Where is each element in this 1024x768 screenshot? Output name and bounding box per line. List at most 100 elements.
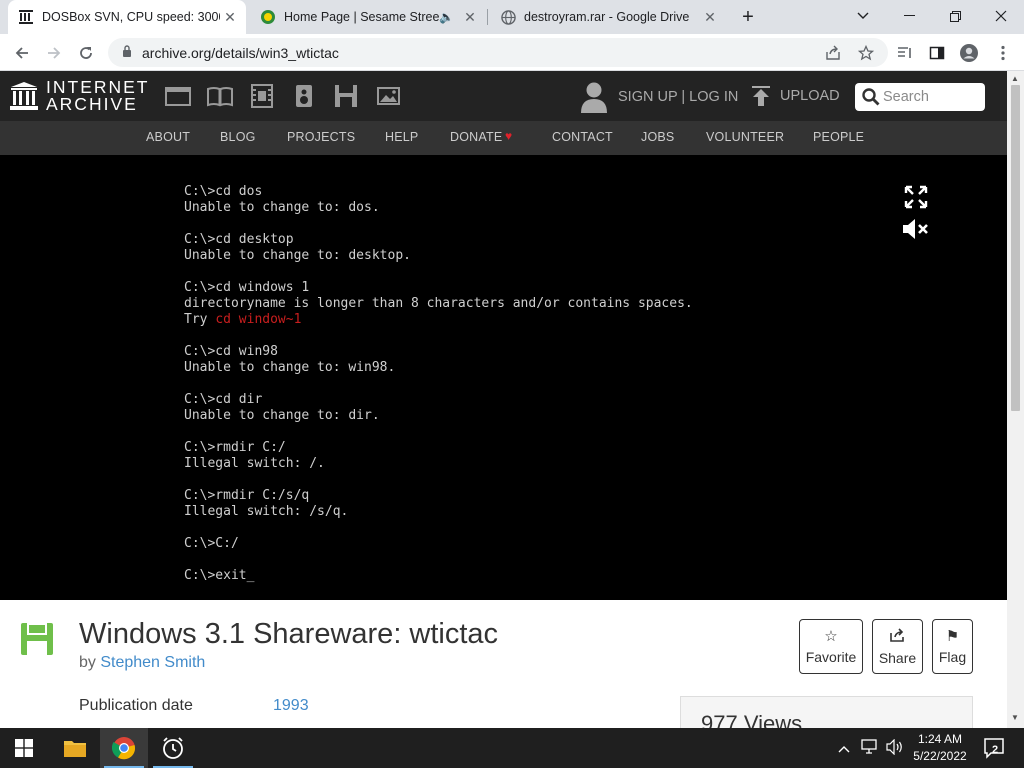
network-icon[interactable] [860,738,878,758]
fullscreen-icon[interactable] [904,185,928,209]
terminal-line: C:\>cd windows 1 [184,280,310,295]
bookmark-star-icon[interactable] [853,40,879,66]
nav-blog[interactable]: BLOG [220,130,256,144]
ia-search-box[interactable] [855,83,985,111]
chrome-icon [112,737,136,760]
search-icon[interactable] [861,87,881,107]
terminal-line: C:\>rmdir C:/ [184,440,286,455]
start-button[interactable] [0,728,48,768]
reload-button[interactable] [73,40,99,66]
tab-title: Home Page | Sesame Street [284,10,440,24]
texts-book-icon[interactable] [207,83,233,109]
terminal-line: Illegal switch: /. [184,456,325,471]
nav-projects[interactable]: PROJECTS [287,130,355,144]
flag-label: Flag [938,649,967,665]
clock-date: 5/22/2022 [913,749,967,763]
terminal-lines-block-1: C:\>cd dos Unable to change to: dos. C:\>c… [184,184,693,312]
tab-google-drive[interactable]: destroyram.rar - Google Drive ✕ [490,0,726,34]
chevron-up-icon[interactable] [838,741,850,756]
archive-building-icon [10,82,38,110]
sign-up-login-label: SIGN UP | LOG IN [618,89,739,105]
back-button[interactable] [9,40,35,66]
favorite-button[interactable]: ☆ Favorite [799,619,863,674]
new-tab-button[interactable]: + [736,5,760,29]
ia-logo[interactable]: INTERNET ARCHIVE [10,78,150,114]
share-page-icon[interactable] [820,40,846,66]
terminal-line: Unable to change to: dos. [184,200,380,215]
page-scrollbar[interactable]: ▲ ▼ [1007,71,1024,728]
chrome-taskbar-button[interactable] [100,728,148,768]
search-input[interactable] [883,89,983,105]
publication-date-value[interactable]: 1993 [273,697,309,715]
terminal-line: Unable to change to: dir. [184,408,380,423]
close-tab-icon[interactable]: ✕ [700,9,720,26]
url-omnibox[interactable]: archive.org/details/win3_wtictac [108,38,888,67]
nav-donate[interactable]: DONATE [450,130,502,144]
tab-search-chevron-icon[interactable] [840,0,886,32]
tab-dosbox[interactable]: DOSBox SVN, CPU speed: 3000 c ✕ [8,0,246,34]
terminal-line: C:\>exit_ [184,568,255,583]
item-byline: by Stephen Smith [79,654,205,672]
restore-button[interactable] [932,0,978,32]
profile-avatar-icon[interactable] [956,40,982,66]
suggestion-prefix: Try [184,312,216,327]
tab-title: destroyram.rar - Google Drive [524,10,690,24]
upload-arrow-icon [752,86,770,106]
item-metadata-section: Windows 3.1 Shareware: wtictac by Stephe… [0,600,1007,736]
upload-link[interactable]: UPLOAD [752,86,840,106]
tab-title: DOSBox SVN, CPU speed: 3000 c [42,10,220,24]
web-icon[interactable] [165,83,191,109]
nav-contact[interactable]: CONTACT [552,130,613,144]
terminal-line: Illegal switch: /s/q. [184,504,349,519]
volume-icon[interactable] [886,738,904,758]
flag-button[interactable]: ⚑ Flag [932,619,973,674]
ia-top-header: INTERNET ARCHIVE SIGN UP | LOG IN UPLOAD [0,71,1007,121]
action-center-button[interactable]: 2 [982,736,1006,760]
software-floppy-icon[interactable] [333,83,359,109]
url-text: archive.org/details/win3_wtictac [142,44,339,61]
terminal-line: C:\>rmdir C:/s/q [184,488,310,503]
images-icon[interactable] [375,83,401,109]
sign-up-login-link[interactable]: SIGN UP | LOG IN [580,81,738,113]
scrollbar-thumb[interactable] [1011,85,1020,411]
video-film-icon[interactable] [249,83,275,109]
nav-volunteer[interactable]: VOLUNTEER [706,130,784,144]
close-tab-icon[interactable]: ✕ [460,9,480,26]
scroll-up-arrow-icon[interactable]: ▲ [1011,74,1019,83]
side-panel-icon[interactable] [924,40,950,66]
scroll-down-arrow-icon[interactable]: ▼ [1011,713,1019,722]
minimize-button[interactable] [886,0,932,32]
dosbox-emulator-screen[interactable]: C:\>cd dos Unable to change to: dos. C:\>c… [0,155,1007,600]
share-icon [889,627,906,647]
lock-icon [122,45,132,60]
file-explorer-button[interactable] [51,728,99,768]
nav-about[interactable]: ABOUT [146,130,190,144]
nav-jobs[interactable]: JOBS [641,130,674,144]
mute-speaker-icon[interactable] [902,217,930,241]
forward-button[interactable] [41,40,67,66]
speaker-icon[interactable]: 🔈 [439,10,454,24]
upload-label: UPLOAD [780,88,840,104]
logo-text-line2: ARCHIVE [46,94,138,114]
close-window-button[interactable] [978,0,1024,32]
author-link[interactable]: Stephen Smith [100,654,205,671]
terminal-lines-block-2: C:\>cd win98 Unable to change to: win98. C… [184,328,693,584]
taskbar-clock[interactable]: 1:24 AM 5/22/2022 [905,731,975,765]
nav-people[interactable]: PEOPLE [813,130,864,144]
reading-list-icon[interactable] [892,40,918,66]
software-floppy-icon [21,623,53,655]
nav-help[interactable]: HELP [385,130,418,144]
tab-sesame-street[interactable]: Home Page | Sesame Street 🔈 ✕ [250,0,486,34]
alarms-clock-button[interactable] [149,728,197,768]
close-tab-icon[interactable]: ✕ [220,9,240,26]
browser-menu-icon[interactable] [990,40,1016,66]
flag-icon: ⚑ [945,628,960,645]
alarm-clock-icon [163,737,183,759]
clock-time: 1:24 AM [917,732,963,746]
audio-speaker-icon[interactable] [291,83,317,109]
terminal-line: Unable to change to: win98. [184,360,396,375]
share-button[interactable]: Share [872,619,923,674]
